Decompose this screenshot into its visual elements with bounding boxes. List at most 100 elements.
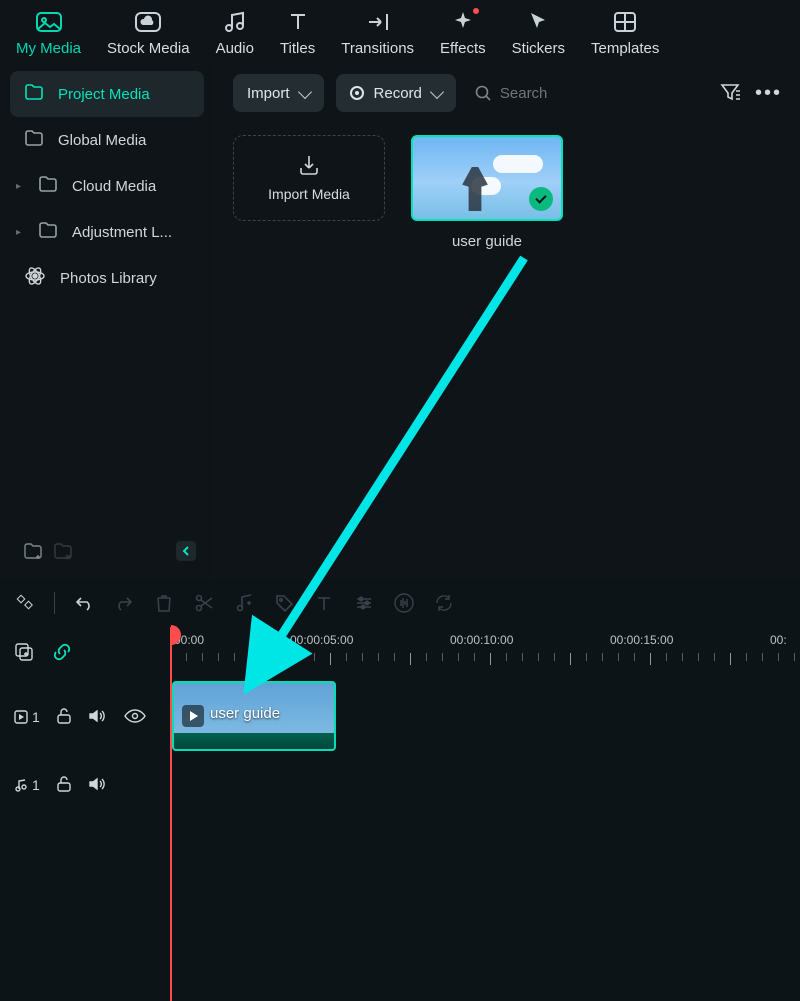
music-add-icon[interactable] bbox=[233, 592, 255, 614]
trash-icon[interactable] bbox=[153, 592, 175, 614]
sliders-icon[interactable] bbox=[353, 592, 375, 614]
media-content: Import Record ••• Import M bbox=[215, 63, 800, 579]
lock-icon[interactable] bbox=[56, 775, 72, 796]
sidebar-item-adjustment-layers[interactable]: ▸ Adjustment L... bbox=[10, 209, 204, 255]
delete-folder-button[interactable] bbox=[48, 539, 78, 563]
folder-icon bbox=[24, 129, 44, 151]
video-track-number: 1 bbox=[32, 709, 40, 725]
record-icon bbox=[350, 86, 364, 100]
clip-label: user guide bbox=[452, 233, 522, 250]
download-icon bbox=[297, 154, 321, 176]
checkmark-icon bbox=[529, 187, 553, 211]
tab-audio[interactable]: Audio bbox=[216, 10, 254, 57]
undo-icon[interactable] bbox=[73, 592, 95, 614]
tab-templates[interactable]: Templates bbox=[591, 10, 659, 57]
add-track-icon[interactable] bbox=[14, 642, 34, 665]
mute-icon[interactable] bbox=[88, 776, 108, 795]
sidebar-item-project-media[interactable]: Project Media bbox=[10, 71, 204, 117]
tag-icon[interactable] bbox=[273, 592, 295, 614]
sidebar-item-cloud-media[interactable]: ▸ Cloud Media bbox=[10, 163, 204, 209]
filter-icon[interactable] bbox=[719, 82, 741, 105]
cloud-icon bbox=[134, 10, 162, 34]
tab-label: Transitions bbox=[341, 40, 414, 57]
tab-label: Templates bbox=[591, 40, 659, 57]
new-folder-button[interactable] bbox=[18, 539, 48, 563]
tab-titles[interactable]: Titles bbox=[280, 10, 315, 57]
sidebar-item-global-media[interactable]: Global Media bbox=[10, 117, 204, 163]
play-icon bbox=[182, 705, 204, 727]
top-tab-bar: My Media Stock Media Audio Titles Transi… bbox=[0, 0, 800, 63]
content-tools: ••• bbox=[719, 82, 782, 105]
timeline-playhead[interactable] bbox=[170, 627, 172, 1001]
sidebar-item-label: Cloud Media bbox=[72, 178, 156, 195]
sidebar: Project Media Global Media ▸ Cloud Media… bbox=[0, 63, 215, 579]
sidebar-footer bbox=[10, 539, 204, 569]
timeline-panel: 00:00 00:00:05:00 00:00:10:00 00:00:15:0… bbox=[0, 579, 800, 1001]
eye-icon[interactable] bbox=[124, 709, 146, 726]
audio-track-icon: 1 bbox=[14, 777, 40, 793]
tab-transitions[interactable]: Transitions bbox=[341, 10, 414, 57]
record-label: Record bbox=[374, 85, 422, 102]
timeline-clip-name: user guide bbox=[210, 705, 280, 722]
timeline-clip[interactable]: user guide bbox=[172, 681, 336, 751]
video-track-body[interactable]: user guide bbox=[170, 679, 800, 755]
sidebar-collapse-button[interactable] bbox=[176, 541, 196, 561]
media-grid: Import Media user guide bbox=[215, 123, 800, 262]
content-toolbar: Import Record ••• bbox=[215, 63, 800, 123]
clip-audio-bar bbox=[174, 733, 334, 749]
search-box[interactable] bbox=[468, 84, 707, 102]
tab-stock-media[interactable]: Stock Media bbox=[107, 10, 190, 57]
tab-label: Effects bbox=[440, 40, 486, 57]
search-input[interactable] bbox=[500, 85, 620, 102]
text-tool-icon[interactable] bbox=[313, 592, 335, 614]
tab-label: My Media bbox=[16, 40, 81, 57]
tab-label: Audio bbox=[216, 40, 254, 57]
import-label: Import bbox=[247, 85, 290, 102]
sidebar-item-photos-library[interactable]: Photos Library bbox=[10, 255, 204, 301]
video-track: 1 user guide bbox=[0, 679, 800, 755]
media-clip: user guide bbox=[411, 135, 563, 250]
audio-track-head: 1 bbox=[0, 755, 170, 815]
clip-thumbnail[interactable] bbox=[411, 135, 563, 221]
import-card-label: Import Media bbox=[268, 186, 350, 202]
folder-icon bbox=[24, 83, 44, 105]
redo-icon[interactable] bbox=[113, 592, 135, 614]
lock-icon[interactable] bbox=[56, 707, 72, 728]
main-panel: Project Media Global Media ▸ Cloud Media… bbox=[0, 63, 800, 579]
text-icon bbox=[284, 10, 312, 34]
chevron-down-icon bbox=[430, 84, 444, 98]
image-icon bbox=[35, 10, 63, 34]
mute-icon[interactable] bbox=[88, 708, 108, 727]
ruler-label: 00: bbox=[770, 633, 787, 647]
tab-effects[interactable]: Effects bbox=[440, 10, 486, 57]
record-dropdown[interactable]: Record bbox=[336, 74, 456, 112]
tab-stickers[interactable]: Stickers bbox=[512, 10, 565, 57]
atom-icon bbox=[24, 265, 46, 291]
cursor-icon bbox=[524, 10, 552, 34]
sparkle-icon bbox=[449, 10, 477, 34]
sidebar-item-label: Global Media bbox=[58, 132, 146, 149]
sidebar-item-label: Photos Library bbox=[60, 270, 157, 287]
starter-layouts-icon[interactable] bbox=[14, 592, 36, 614]
link-icon[interactable] bbox=[52, 642, 72, 665]
ruler-left-head bbox=[0, 627, 170, 679]
import-dropdown[interactable]: Import bbox=[233, 74, 324, 112]
waveform-icon[interactable] bbox=[393, 592, 415, 614]
folder-icon bbox=[38, 175, 58, 197]
audio-track-number: 1 bbox=[32, 777, 40, 793]
timeline-body: 00:00 00:00:05:00 00:00:10:00 00:00:15:0… bbox=[0, 627, 800, 1001]
import-media-card[interactable]: Import Media bbox=[233, 135, 385, 221]
audio-track-body[interactable] bbox=[170, 755, 800, 815]
ruler-label: 00:00:05:00 bbox=[290, 633, 353, 647]
music-icon bbox=[221, 10, 249, 34]
scissors-icon[interactable] bbox=[193, 592, 215, 614]
sidebar-item-label: Adjustment L... bbox=[72, 224, 172, 241]
video-track-icon: 1 bbox=[14, 709, 40, 725]
tab-label: Stock Media bbox=[107, 40, 190, 57]
video-track-head: 1 bbox=[0, 679, 170, 755]
tab-my-media[interactable]: My Media bbox=[16, 10, 81, 57]
timeline-ruler[interactable]: 00:00 00:00:05:00 00:00:10:00 00:00:15:0… bbox=[170, 627, 800, 679]
refresh-icon[interactable] bbox=[433, 592, 455, 614]
ruler-label: 00:00:10:00 bbox=[450, 633, 513, 647]
tab-label: Titles bbox=[280, 40, 315, 57]
